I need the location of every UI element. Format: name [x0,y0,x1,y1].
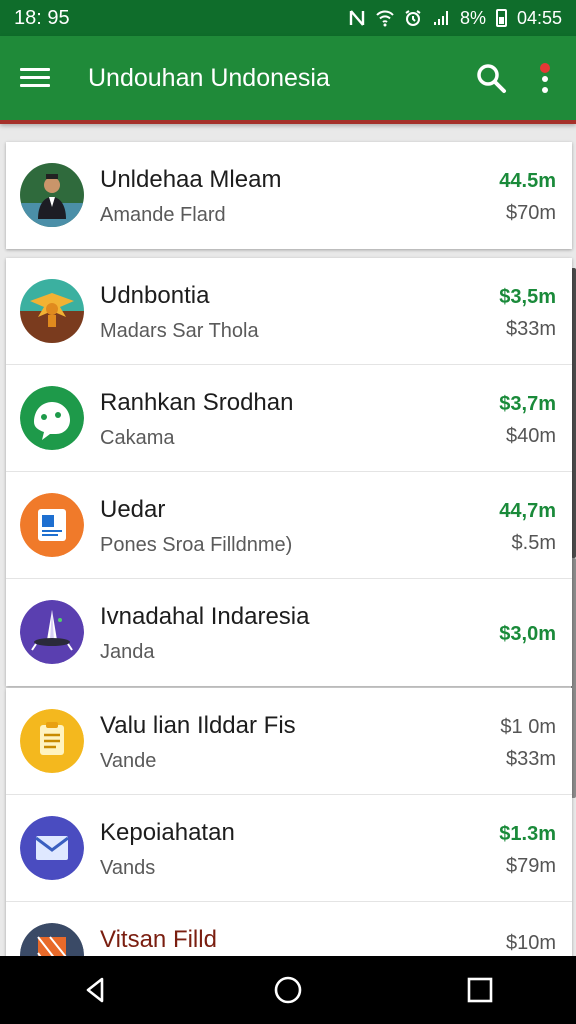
status-bar: 18: 95 8% 04:55 [0,0,576,36]
notes-icon [20,709,84,773]
item-amount-secondary: $.5m [511,532,556,554]
item-subtitle: Janda [100,641,155,663]
hamburger-menu-icon[interactable] [20,67,50,89]
item-subtitle: Cakama [100,427,175,449]
item-subtitle: Vands [100,857,156,879]
item-amount-primary: $1.3m [499,823,556,845]
item-name: Kepoiahatan [100,819,235,846]
home-icon[interactable] [268,970,308,1010]
list-item[interactable]: Unldehaa Mleam Amande Flard 44.5m $70m [6,142,572,249]
status-time: 18: 95 [14,6,70,29]
list-item[interactable]: Uedar Pones Sroa Filldnme) 44,7m $.5m [6,472,572,579]
list-item[interactable]: Ranhkan Srodhan Cakama $3,7m $40m [6,365,572,472]
item-amount-secondary: $33m [505,748,556,770]
item-subtitle: Madars Sar Thola [100,320,259,342]
rocket-monument-icon [20,600,84,664]
ghost-chat-icon [20,386,84,450]
item-amount-primary: $10m [505,932,556,954]
nfc-icon [349,10,365,26]
overflow-menu-icon[interactable] [538,60,552,96]
signal-icon [433,11,448,25]
item-amount-primary: 44.5m [499,170,556,192]
list-card: Valu lian Ilddar Fis Vande $1 0m $33m Ke… [6,688,572,956]
item-amount-secondary: $33m [505,318,556,340]
item-amount-secondary: $40m [505,425,556,447]
item-amount-primary: $3,5m [499,286,556,308]
navigation-bar [0,956,576,1024]
item-name: Ivnadahal Indaresia [100,603,310,630]
alarm-icon [405,10,421,26]
item-name: Valu lian Ilddar Fis [100,712,296,739]
item-amount-primary: 44,7m [499,500,556,522]
item-amount-primary: $3,7m [499,393,556,415]
mail-icon [20,816,84,880]
wifi-icon [376,10,394,27]
back-icon[interactable] [76,970,116,1010]
list-card: Unldehaa Mleam Amande Flard 44.5m $70m [6,142,572,249]
item-amount-primary: $1 0m [500,716,556,738]
item-name: Uedar [100,496,166,523]
battery-icon [495,9,507,27]
item-name: Unldehaa Mleam [100,166,282,193]
list-item[interactable]: Kepoiahatan Vands $1.3m $79m [6,795,572,902]
item-subtitle: Amande Flard [100,204,226,226]
list-item[interactable]: Udnbontia Madars Sar Thola $3,5m $33m [6,258,572,365]
content-list[interactable]: Unldehaa Mleam Amande Flard 44.5m $70m U… [0,128,576,956]
list-item[interactable]: Ivnadahal Indaresia Janda $3,0m [6,579,572,686]
document-icon [20,493,84,557]
item-amount-secondary: $79m [505,855,556,877]
pattern-icon [20,923,84,956]
person-photo-icon [20,163,84,227]
status-icons: 8% 04:55 [348,8,562,29]
battery-percent: 8% [459,7,486,28]
status-clock: 04:55 [516,7,562,28]
search-icon[interactable] [474,61,508,95]
recents-icon[interactable] [460,970,500,1010]
page-title: Undouhan Undonesia [88,63,330,92]
list-card: Udnbontia Madars Sar Thola $3,5m $33m Ra… [6,258,572,686]
item-subtitle: Vande [100,750,157,772]
list-item[interactable]: Vitsan Filld $10m [6,902,572,956]
item-name: Udnbontia [100,282,210,309]
garuda-emblem-icon [20,279,84,343]
list-item[interactable]: Valu lian Ilddar Fis Vande $1 0m $33m [6,688,572,795]
item-amount-secondary: $70m [505,202,556,224]
item-subtitle: Pones Sroa Filldnme) [100,534,293,556]
item-amount-primary: $3,0m [499,623,556,645]
item-name: Vitsan Filld [100,926,217,953]
item-name: Ranhkan Srodhan [100,389,294,416]
app-bar: Undouhan Undonesia [0,36,576,124]
